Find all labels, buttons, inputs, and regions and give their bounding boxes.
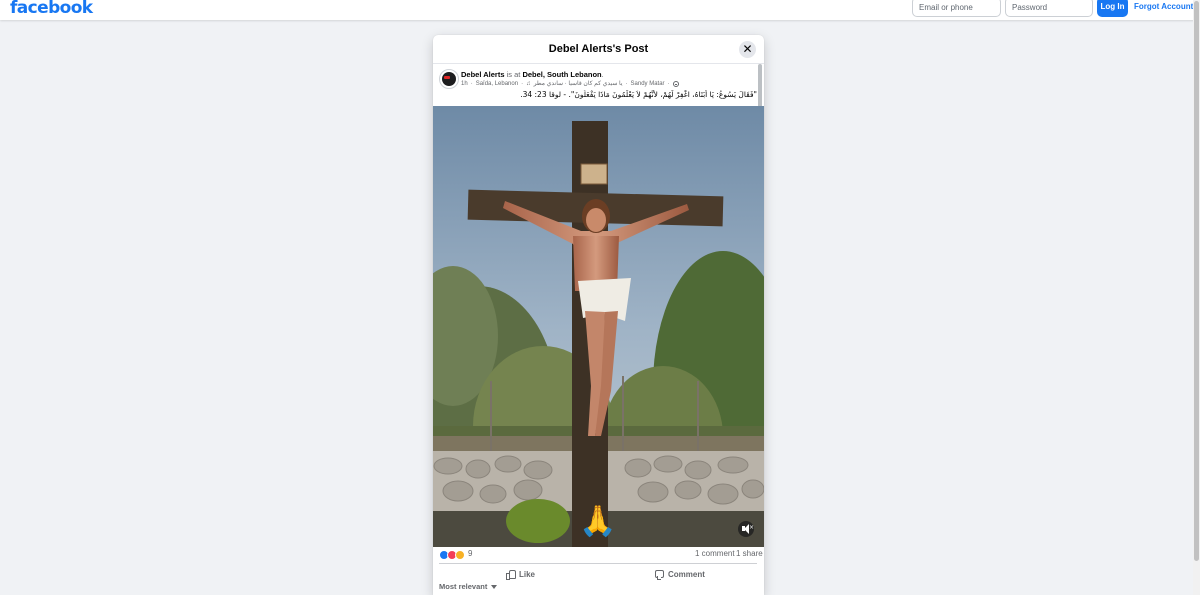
- globe-icon: [672, 80, 679, 87]
- post-modal: Debel Alerts's Post ✕ Debel Alerts is at…: [433, 35, 764, 595]
- reactions-summary: 9 1 comment 1 share: [439, 548, 763, 562]
- crucifix-video-frame: 🙏: [433, 106, 764, 547]
- post-video[interactable]: 🙏 ×: [433, 106, 764, 547]
- comment-button[interactable]: Comment: [655, 565, 705, 583]
- mute-button[interactable]: ×: [738, 521, 754, 537]
- avatar[interactable]: [439, 69, 459, 89]
- comment-icon: [655, 570, 664, 580]
- share-count[interactable]: 1 share: [736, 549, 763, 558]
- separator-dot: ·: [625, 80, 628, 87]
- place-link[interactable]: Debel, South Lebanon: [522, 70, 601, 79]
- place-suffix: .: [601, 70, 604, 79]
- close-button[interactable]: ✕: [739, 41, 756, 58]
- forgot-account-link[interactable]: Forgot Account?: [1134, 2, 1198, 11]
- like-button[interactable]: Like: [506, 565, 535, 583]
- post-meta-line: 1h · Saïda, Lebanon · ♫ يا سيدي كم كان ق…: [461, 80, 701, 87]
- top-navigation-bar: facebook Log In Forgot Account?: [0, 0, 1200, 20]
- modal-title: Debel Alerts's Post: [548, 43, 649, 55]
- post-location[interactable]: Saïda, Lebanon: [476, 81, 518, 87]
- avatar-logo-mark: [444, 76, 450, 79]
- comment-count[interactable]: 1 comment: [695, 549, 735, 558]
- modal-header: Debel Alerts's Post ✕: [433, 35, 764, 64]
- care-reaction-icon: [455, 550, 465, 560]
- post-song[interactable]: يا سيدي كم كان قاسياً · ساندي مطر: [534, 80, 623, 87]
- separator-dot: ·: [521, 80, 524, 87]
- comment-sort-dropdown[interactable]: Most relevant: [439, 582, 498, 591]
- chevron-down-icon: [491, 584, 498, 589]
- praying-hands-emoji: 🙏: [579, 504, 616, 538]
- post-artist[interactable]: Sandy Matar: [631, 81, 665, 87]
- separator-dot: ·: [667, 80, 670, 87]
- post-caption: "فَقَالَ يَسُوعُ: يَا أَبَتَاهُ، اغْفِرْ…: [520, 90, 757, 99]
- at-text: is at: [506, 70, 521, 79]
- avatar-logo-icon: [442, 72, 456, 86]
- sort-label: Most relevant: [439, 582, 488, 591]
- divider: [439, 563, 757, 564]
- separator-dot: ·: [470, 80, 473, 87]
- post-time[interactable]: 1h: [461, 81, 468, 87]
- comment-label: Comment: [668, 569, 705, 579]
- speaker-muted-mark: ×: [749, 524, 755, 531]
- post-author-line: Debel Alerts is at Debel, South Lebanon.: [461, 70, 604, 79]
- password-field[interactable]: [1005, 0, 1093, 17]
- reaction-icons[interactable]: [439, 550, 465, 560]
- like-label: Like: [519, 569, 536, 579]
- login-button[interactable]: Log In: [1097, 0, 1128, 17]
- thumbs-up-icon: [506, 570, 516, 580]
- page-scrollbar[interactable]: [1193, 0, 1200, 595]
- close-icon: ✕: [742, 42, 753, 56]
- music-note-icon: ♫: [526, 80, 531, 87]
- post-author-link[interactable]: Debel Alerts: [461, 70, 505, 79]
- email-field[interactable]: [912, 0, 1001, 17]
- post-content: Debel Alerts is at Debel, South Lebanon.…: [433, 64, 764, 595]
- facebook-logo[interactable]: facebook: [10, 0, 93, 18]
- reaction-count[interactable]: 9: [468, 549, 472, 558]
- page-scrollbar-thumb[interactable]: [1194, 1, 1199, 561]
